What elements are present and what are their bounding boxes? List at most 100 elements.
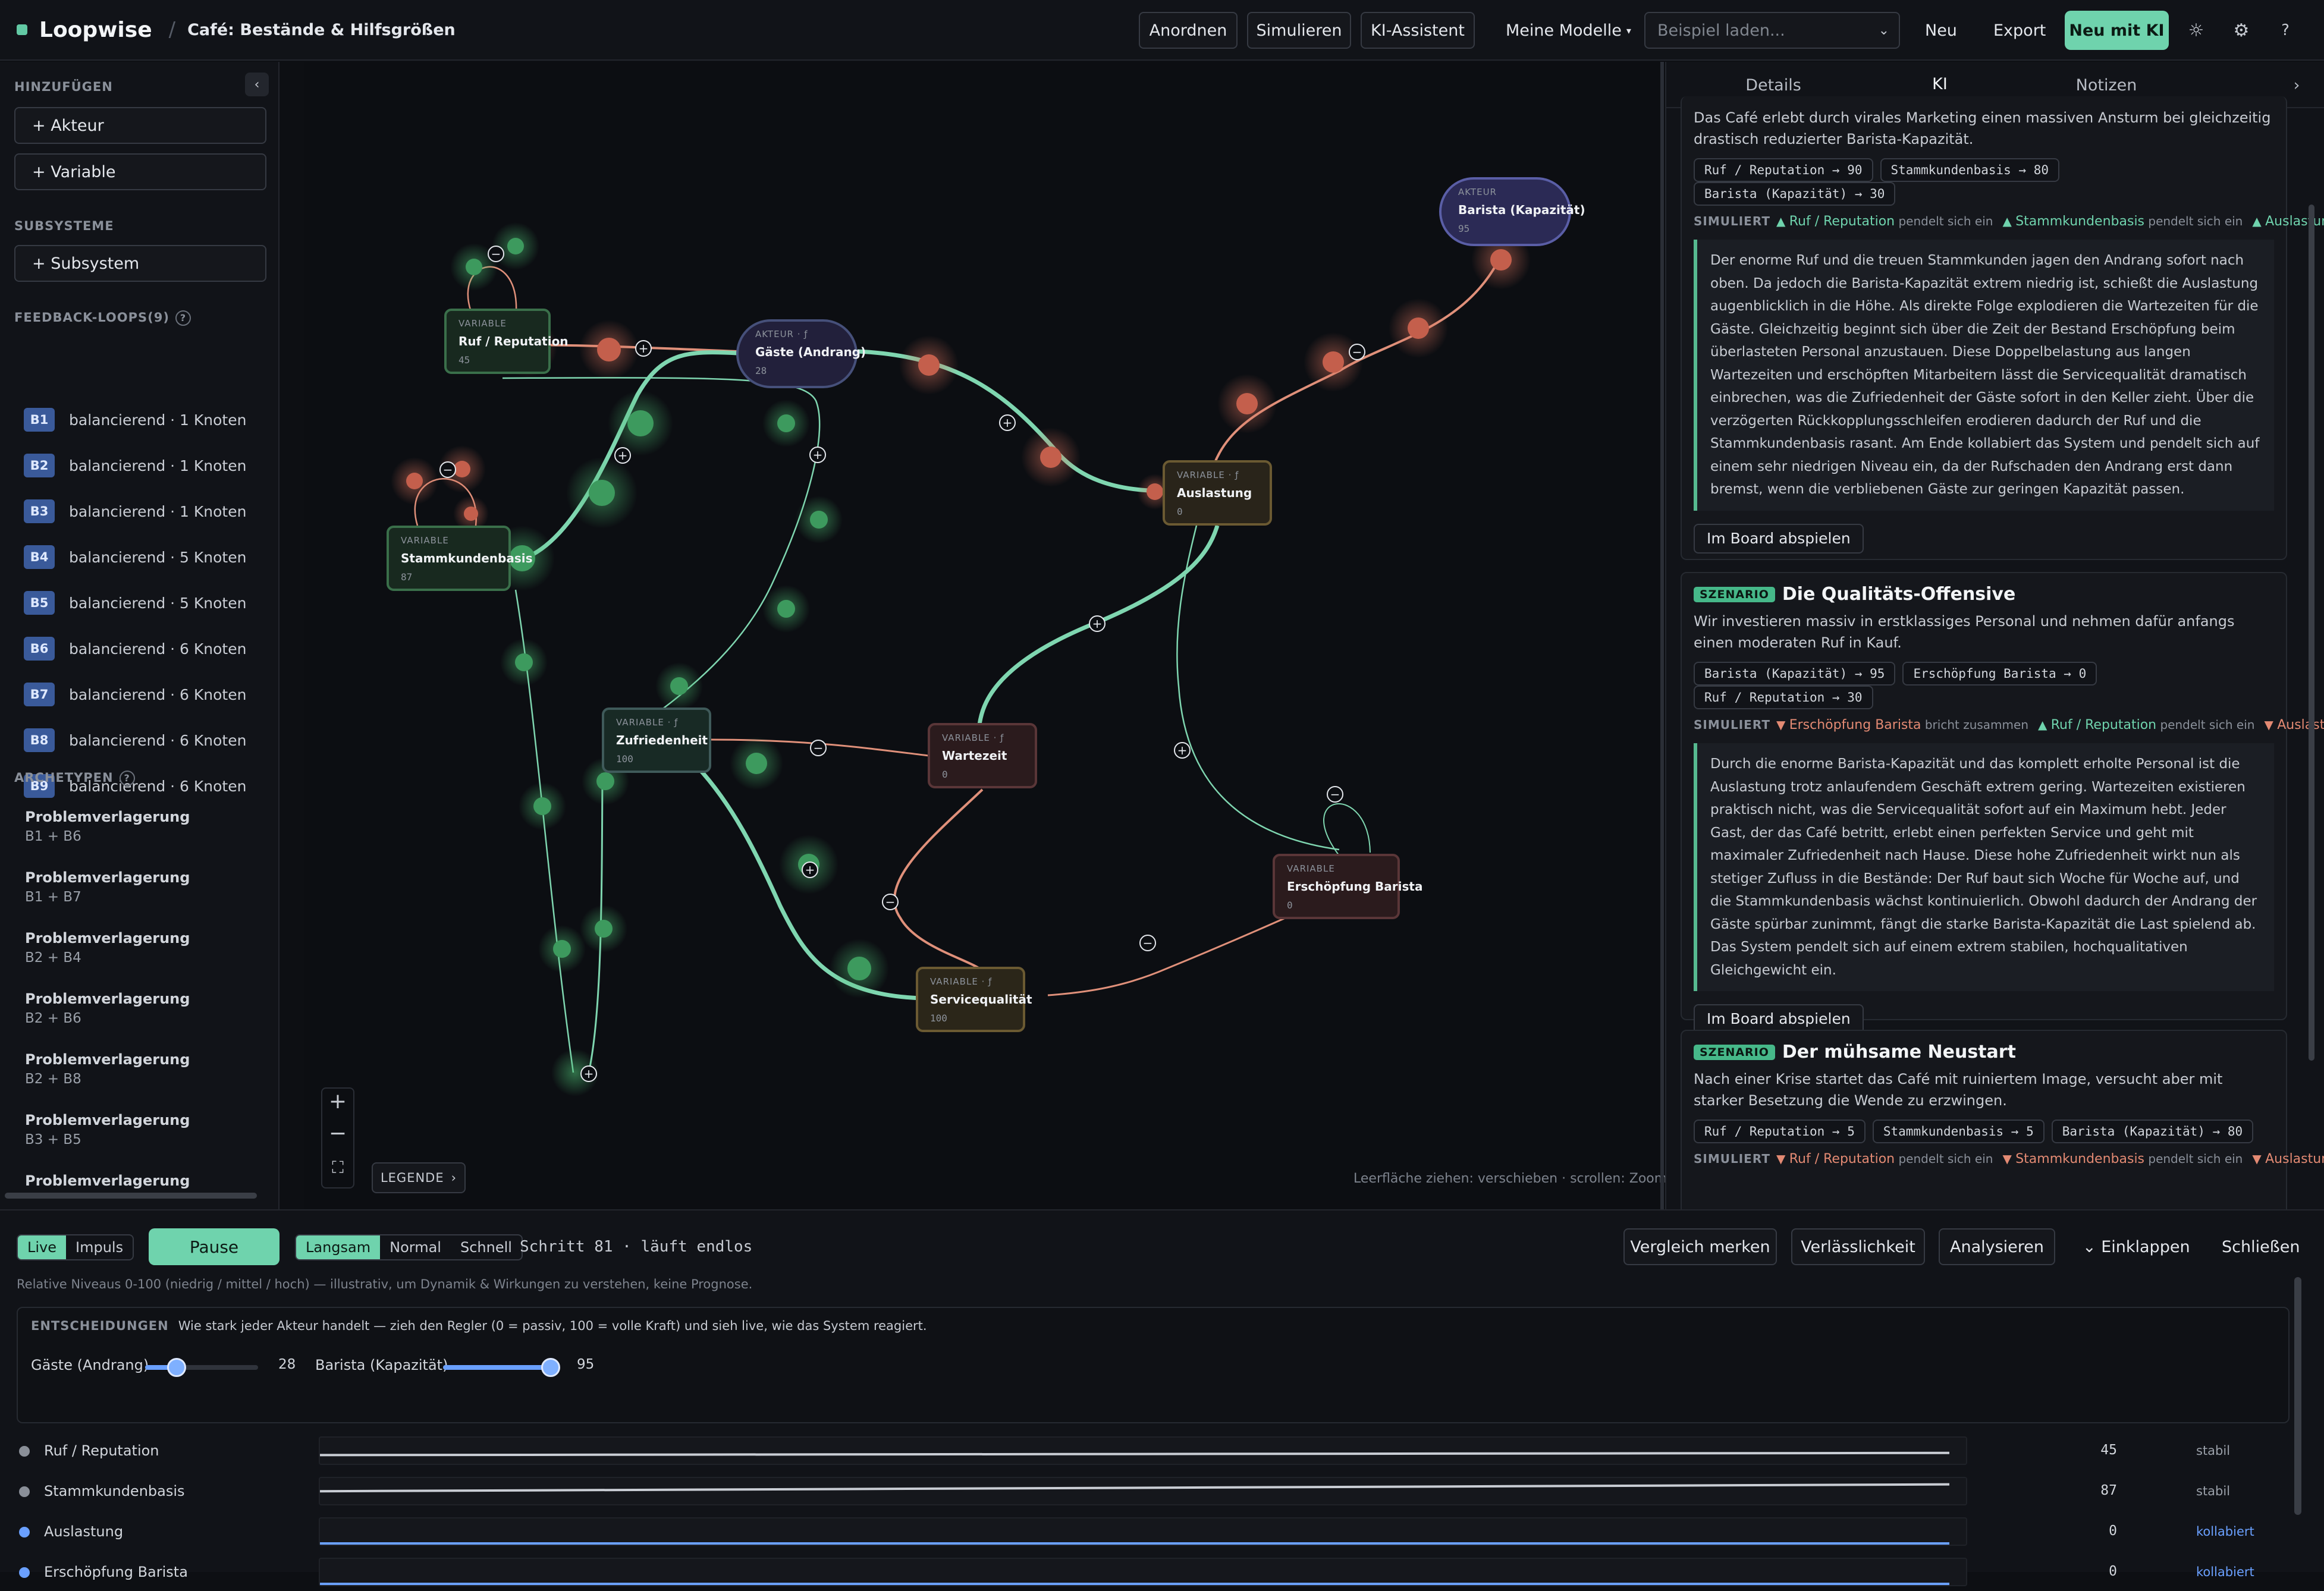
node-zufr[interactable]: VARIABLE · ƒ Zufriedenheit 100 (602, 708, 711, 773)
slider-handle[interactable] (541, 1358, 560, 1377)
scenario-chips: Ruf / Reputation → 90 Stammkundenbasis → … (1694, 158, 2274, 206)
actor-slider[interactable] (145, 1358, 258, 1377)
zoom-in-button[interactable]: + (321, 1084, 354, 1118)
speed-normal[interactable]: Normal (380, 1235, 451, 1259)
node-gaeste[interactable]: AKTEUR · ƒ Gäste (Andrang) 28 (736, 319, 866, 388)
slider-handle[interactable] (167, 1358, 187, 1377)
zoom-out-button[interactable]: − (321, 1117, 354, 1150)
edge-stamm-gaeste[interactable] (523, 350, 738, 561)
metric-value: 0 (2109, 1523, 2117, 1539)
causal-loop-graph[interactable]: + + + + − + + − − − + + − − − VARIABLE Ru… (304, 62, 1660, 1209)
metric-row: Stammkundenbasis 87 stabil (0, 1473, 2324, 1509)
metric-dot (19, 1486, 30, 1497)
metric-row: Erschöpfung Barista 0 kollabiert (0, 1554, 2324, 1590)
node-name: Servicequalität (930, 992, 1032, 1007)
subsystems-section-title: SUBSYSTEME (14, 219, 114, 233)
sidebar-item-archetype[interactable]: Problemverlagerung B2 + B8 (25, 1051, 190, 1087)
analyze-button[interactable]: Analysieren (1939, 1228, 2055, 1265)
node-service[interactable]: VARIABLE · ƒ Servicequalität 100 (916, 967, 1032, 1032)
actor-slider[interactable] (443, 1358, 560, 1377)
ai-assistant-button[interactable]: KI-Assistent (1361, 12, 1475, 49)
sidebar-item-loop-b8[interactable]: B8 balancierend · 6 Knoten (24, 727, 246, 753)
sidebar-h-scrollbar[interactable] (5, 1193, 257, 1199)
speed-schnell[interactable]: Schnell (451, 1235, 522, 1259)
sidebar-item-archetype[interactable]: Problemverlagerung (25, 1172, 190, 1193)
canvas-divider[interactable] (1660, 62, 1664, 1209)
help-icon[interactable]: ? (119, 771, 135, 786)
archetype-loops: B1 + B7 (25, 889, 81, 905)
svg-text:−: − (814, 741, 824, 755)
sidebar-item-archetype[interactable]: Problemverlagerung B3 + B5 (25, 1112, 190, 1147)
node-stamm[interactable]: VARIABLE Stammkundenbasis 87 (387, 526, 533, 591)
sidebar-item-loop-b5[interactable]: B5 balancierend · 5 Knoten (24, 590, 246, 616)
sidebar-item-archetype[interactable]: Problemverlagerung B1 + B7 (25, 869, 190, 905)
node-wartezeit[interactable]: VARIABLE · ƒ Wartezeit 0 (928, 723, 1037, 788)
scenario-title: Die Qualitäts-Offensive (1782, 584, 2016, 605)
add-subsystem-button[interactable]: + Subsystem (14, 245, 266, 282)
loop-badge: B4 (24, 545, 55, 569)
help-icon[interactable]: ? (175, 310, 191, 326)
simulate-button[interactable]: Simulieren (1247, 12, 1351, 49)
edge-wartezeit-service[interactable] (893, 788, 985, 973)
scenario-chip: Barista (Kapazität) → 95 (1694, 662, 1896, 686)
legend-label: LEGENDE (380, 1171, 444, 1185)
mode-impuls[interactable]: Impuls (66, 1235, 133, 1259)
document-title[interactable]: Café: Bestände & Hilfsgrößen (187, 21, 456, 39)
feedback-loops-title: FEEDBACK-LOOPS(9)? (14, 310, 191, 326)
panel-scrollbar[interactable] (2309, 205, 2314, 1061)
new-button[interactable]: Neu (1925, 12, 1957, 49)
decisions-title: ENTSCHEIDUNGEN (31, 1319, 169, 1333)
pause-button[interactable]: Pause (149, 1228, 279, 1265)
my-models-label: Meine Modelle (1506, 21, 1622, 40)
add-variable-button[interactable]: + Variable (14, 153, 266, 190)
play-in-board-button[interactable]: Im Board abspielen (1694, 523, 1864, 554)
metric-name: Auslastung (44, 1523, 124, 1540)
node-ausl[interactable]: VARIABLE · ƒ Auslastung 0 (1163, 460, 1272, 526)
collapse-sidebar-button[interactable]: ‹ (245, 73, 269, 96)
reliability-button[interactable]: Verlässlichkeit (1791, 1228, 1925, 1265)
add-section-title: HINZUFÜGEN (14, 80, 113, 94)
node-barista[interactable]: AKTEUR Barista (Kapazität) 95 (1439, 177, 1585, 246)
bottom-scrollbar[interactable] (2294, 1277, 2301, 1515)
sidebar-item-loop-b4[interactable]: B4 balancierend · 5 Knoten (24, 544, 246, 570)
sun-icon[interactable]: ☼ (2184, 18, 2209, 43)
legend-button[interactable]: LEGENDE › (372, 1162, 466, 1193)
model-canvas[interactable]: + + + + − + + − − − + + − − − VARIABLE Ru… (304, 62, 1660, 1209)
gear-icon[interactable]: ⚙ (2229, 18, 2254, 43)
chevron-down-icon: ⌄ (1878, 23, 1889, 38)
collapse-button[interactable]: ⌄ Einklappen (2083, 1228, 2190, 1265)
sidebar-item-archetype[interactable]: Problemverlagerung B2 + B4 (25, 930, 190, 966)
my-models-menu[interactable]: Meine Modelle ▾ (1506, 12, 1631, 49)
speed-langsam[interactable]: Langsam (296, 1235, 381, 1259)
scenario-title: Der mühsame Neustart (1782, 1042, 2016, 1062)
compare-button[interactable]: Vergleich merken (1623, 1228, 1777, 1265)
edge-ausl-ersch[interactable] (1176, 525, 1340, 851)
example-select[interactable]: Beispiel laden... ⌄ (1644, 12, 1900, 49)
sim-state: pendelt sich ein (2160, 718, 2255, 732)
sidebar-item-loop-b6[interactable]: B6 balancierend · 6 Knoten (24, 636, 246, 662)
loop-badge: B8 (24, 728, 55, 752)
close-button[interactable]: Schließen (2222, 1228, 2300, 1265)
arrange-button[interactable]: Anordnen (1139, 12, 1238, 49)
node-ersch[interactable]: VARIABLE Erschöpfung Barista 0 (1273, 854, 1422, 919)
sidebar-item-loop-b7[interactable]: B7 balancierend · 6 Knoten (24, 681, 246, 708)
sidebar-item-loop-b1[interactable]: B1 balancierend · 1 Knoten (24, 407, 246, 433)
help-icon[interactable]: ? (2273, 18, 2298, 43)
sidebar-item-loop-b2[interactable]: B2 balancierend · 1 Knoten (24, 452, 246, 479)
arrow-down-icon: ▼ (1776, 718, 1789, 732)
svg-text:+: + (1177, 743, 1188, 757)
node-ruf[interactable]: VARIABLE Ruf / Reputation 45 (444, 309, 569, 374)
sidebar-item-loop-b3[interactable]: B3 balancierend · 1 Knoten (24, 498, 246, 524)
new-with-ai-button[interactable]: Neu mit KI (2065, 11, 2169, 50)
decisions-hint: Wie stark jeder Akteur handelt — zieh de… (178, 1319, 927, 1333)
mode-live[interactable]: Live (18, 1235, 67, 1259)
chevron-right-icon[interactable]: › (2285, 62, 2309, 108)
sidebar-item-archetype[interactable]: Problemverlagerung B1 + B6 (25, 809, 190, 844)
metric-sparkline (319, 1477, 1967, 1505)
mode-toggle[interactable]: Live Impuls (17, 1234, 134, 1260)
sidebar-item-archetype[interactable]: Problemverlagerung B2 + B6 (25, 991, 190, 1026)
export-button[interactable]: Export (1993, 12, 2046, 49)
speed-toggle[interactable]: Langsam Normal Schnell (295, 1234, 523, 1260)
add-actor-button[interactable]: + Akteur (14, 107, 266, 144)
fit-view-button[interactable]: ⛶ (321, 1151, 354, 1184)
